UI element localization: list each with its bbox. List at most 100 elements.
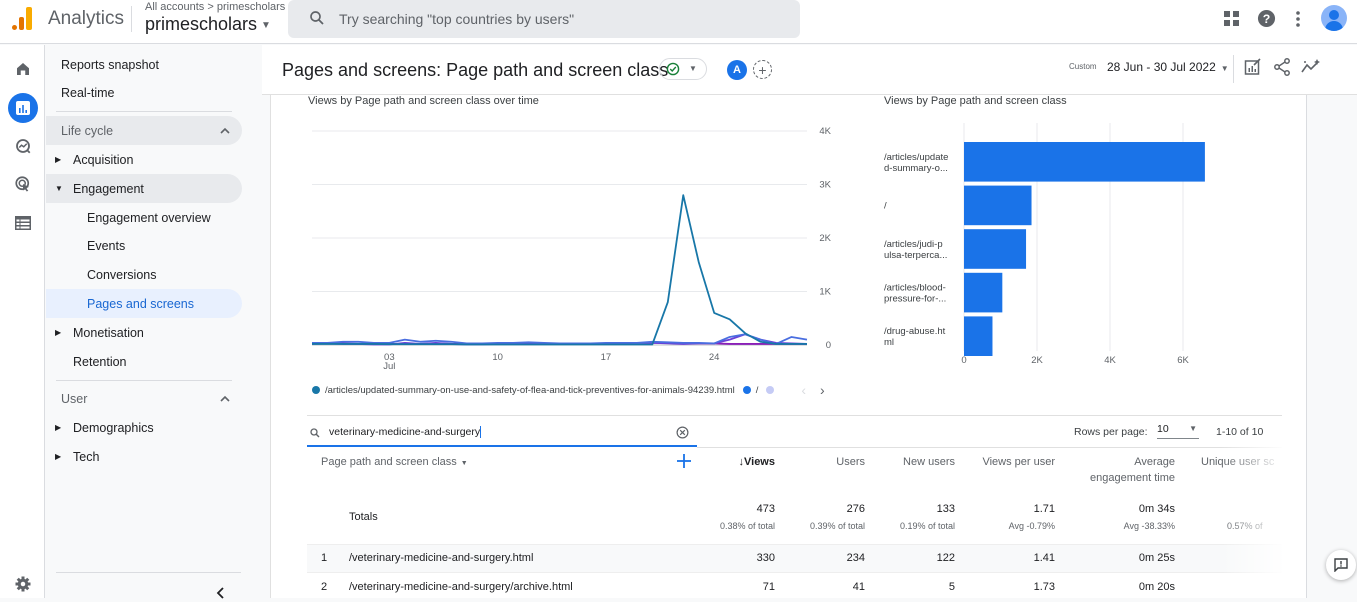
column-header-avg-engagement-time[interactable]: Average engagement time [1055,454,1175,486]
caret-right-icon: ▶ [55,328,62,337]
share-icon[interactable] [1274,58,1290,76]
row-page-path[interactable]: /veterinary-medicine-and-surgery/archive… [349,581,573,593]
chevron-up-icon [220,127,230,134]
nav-monetisation[interactable]: ▶ Monetisation [46,318,242,347]
totals-users: 276 [846,503,865,515]
x-tick-label: 2K [1031,355,1043,366]
totals-label: Totals [349,511,378,523]
feedback-icon [1334,558,1348,572]
nav-conversions[interactable]: Conversions [87,260,156,289]
caret-right-icon: ▶ [55,423,62,432]
rail-explore[interactable] [8,131,38,161]
x-tick-label: Jul [383,361,395,372]
settings-icon [15,576,31,592]
legend-next-button[interactable]: › [820,382,825,398]
bar [964,316,993,356]
nav-group-life-cycle[interactable]: Life cycle [46,116,242,145]
nav-pages-and-screens[interactable]: Pages and screens [46,289,242,318]
account-selector[interactable]: primescholars ▼ [145,14,271,35]
chevron-up-icon [220,395,230,402]
comparison-badge[interactable]: A [727,60,747,80]
user-avatar[interactable] [1321,5,1347,31]
row-users: 41 [852,581,865,593]
bar-chart[interactable]: 0 2K 4K 6K/articles/updated-summary-o... / /a… [876,115,1296,375]
insights-icon[interactable] [1301,59,1321,74]
row-index: 2 [321,581,328,593]
nav-label: Pages and screens [87,296,195,311]
rail-settings[interactable] [8,569,38,599]
nav-demographics[interactable]: ▶ Demographics [46,413,242,442]
customize-report-icon[interactable] [1244,58,1262,76]
legend-item[interactable]: / [756,385,759,396]
column-header-new-users[interactable]: New users [865,454,955,470]
nav-tech[interactable]: ▶ Tech [46,442,242,471]
category-label: /articles/judi-p [884,239,943,250]
nav-engagement-overview[interactable]: Engagement overview [87,203,211,232]
nav-label: Demographics [73,420,154,435]
clear-search-icon[interactable] [676,426,689,439]
nav-acquisition[interactable]: ▶ Acquisition [46,145,242,174]
column-header-views-per-user[interactable]: Views per user [955,454,1055,470]
nav-group-user[interactable]: User [46,384,242,413]
rail-home[interactable] [8,54,38,84]
column-header-views[interactable]: ↓Views [715,454,776,470]
account-breadcrumb[interactable]: All accounts > primescholars [145,1,285,13]
y-tick-label: 2K [819,233,831,244]
nav-divider [56,380,232,381]
caret-down-icon: ▼ [261,19,271,31]
nav-divider [56,572,241,573]
nav-label: Tech [73,449,100,464]
rail-configure[interactable] [8,208,38,238]
category-label: ulsa-terperca... [884,250,947,261]
legend-dot [766,386,775,394]
row-page-path[interactable]: /veterinary-medicine-and-surgery.html [349,552,533,564]
feedback-button[interactable] [1326,550,1356,580]
help-icon[interactable]: ? [1257,9,1276,28]
dimension-header[interactable]: Page path and screen class ▼ [321,454,468,472]
legend-dot [312,386,320,394]
bar-chart-title: Views by Page path and screen class [884,95,1067,107]
search-bar[interactable]: Try searching "top countries by users" [288,0,800,38]
legend-prev-button[interactable]: ‹ [801,382,806,398]
date-range-type: Custom [1069,62,1097,71]
date-range-value: 28 Jun - 30 Jul 2022 [1107,60,1216,74]
nav-reports-snapshot[interactable]: Reports snapshot [61,50,159,79]
collapse-nav-icon[interactable] [216,587,224,599]
nav-events[interactable]: Events [87,231,125,260]
totals-views-per-user: 1.71 [1033,503,1055,515]
rail-reports[interactable] [8,93,38,123]
app-name: Analytics [48,8,125,29]
rows-per-page-value: 10 [1157,423,1169,435]
x-tick-label: 0 [961,355,966,366]
caret-down-icon: ▼ [460,460,468,467]
rows-per-page-select[interactable]: 10 ▼ [1157,423,1199,439]
date-range-picker[interactable]: 28 Jun - 30 Jul 2022 ▼ [1107,60,1229,74]
account-name: primescholars [145,14,258,34]
column-header-users[interactable]: Users [785,454,865,470]
line-chart[interactable]: 01K2K3K4K03Jul10 17 24 [307,115,847,375]
analytics-logo[interactable] [12,6,34,30]
table-search-input[interactable]: veterinary-medicine-and-surgery [307,417,697,447]
nav-real-time[interactable]: Real-time [61,78,115,107]
category-label: /articles/update [884,152,948,163]
nav-group-label: User [61,391,88,406]
svg-text:?: ? [1263,12,1271,26]
row-avg-engagement: 0m 25s [1138,552,1175,564]
nav-engagement[interactable]: ▼ Engagement [46,174,242,203]
report-status-chip[interactable]: ▼ [659,58,707,80]
more-vert-icon[interactable] [1295,10,1301,28]
nav-divider [56,111,232,112]
add-dimension-icon[interactable] [677,454,691,468]
nav-retention[interactable]: Retention [73,347,127,376]
advertising-icon [15,176,30,192]
add-comparison-button[interactable]: + [753,60,772,79]
apps-grid-icon[interactable] [1224,11,1239,26]
report-header: Pages and screens: Page path and screen … [262,45,1357,95]
home-icon [17,63,29,75]
x-tick-label: 4K [1104,355,1116,366]
rail-advertising[interactable] [8,169,38,199]
legend-item[interactable]: /articles/updated-summary-on-use-and-saf… [325,385,735,396]
divider [131,6,132,32]
row-views: 71 [762,581,775,593]
nav-label: Acquisition [73,152,134,167]
